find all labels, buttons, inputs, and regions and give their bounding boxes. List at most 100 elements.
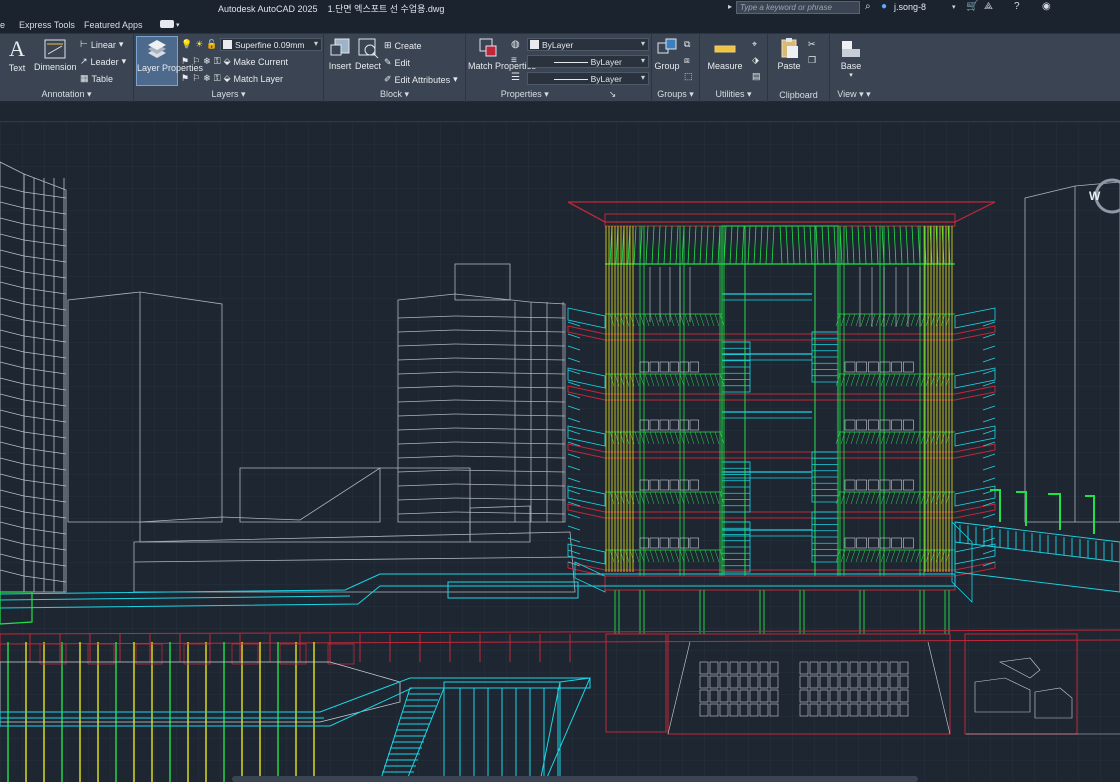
make-current-button[interactable]: Make Current bbox=[233, 57, 288, 67]
dimension-button[interactable]: Dimension bbox=[34, 38, 77, 72]
search-expand-icon[interactable]: ▸ bbox=[728, 2, 732, 11]
base-button[interactable]: Base ▾ bbox=[836, 37, 866, 79]
match-layer-icon: ⬙ bbox=[223, 73, 231, 83]
layer-walk-icon[interactable]: ⚑ bbox=[181, 73, 189, 84]
block-panel-title[interactable]: Block ▾ bbox=[324, 89, 465, 100]
match-properties-button[interactable]: Match Properties bbox=[468, 37, 536, 71]
search-input[interactable]: Type a keyword or phrase bbox=[736, 1, 860, 14]
create-block-button[interactable]: ⊞ Create bbox=[384, 40, 422, 51]
groups-panel: Group ⧉ ⧈ ⬚ Groups ▾ bbox=[652, 34, 700, 102]
user-dropdown-icon[interactable]: ▾ bbox=[952, 3, 956, 11]
drawing-canvas[interactable]: W bbox=[0, 122, 1120, 782]
measure-button[interactable]: Measure bbox=[704, 37, 746, 71]
edit-block-icon: ✎ bbox=[384, 57, 392, 67]
edit-attributes-dropdown-icon[interactable]: ▾ bbox=[453, 74, 458, 85]
base-label: Base bbox=[840, 61, 862, 71]
group-edit-icon[interactable]: ⧈ bbox=[684, 55, 690, 66]
layer-thaw-icon[interactable]: ❄ bbox=[203, 73, 211, 84]
cut-icon[interactable]: ✂ bbox=[808, 39, 816, 50]
edit-block-button[interactable]: ✎ Edit bbox=[384, 57, 410, 68]
menu-tab-partial[interactable]: e bbox=[0, 20, 5, 30]
app-title: Autodesk AutoCAD 2025 bbox=[218, 4, 318, 14]
search-icon[interactable]: ⌕ bbox=[865, 1, 871, 12]
text-label: Text bbox=[8, 63, 26, 73]
table-label: Table bbox=[91, 73, 114, 84]
ungroup-icon[interactable]: ⧉ bbox=[684, 39, 690, 50]
group-button[interactable]: Group bbox=[654, 37, 680, 71]
group-icon bbox=[657, 38, 677, 54]
viewcube-label[interactable]: W bbox=[1089, 189, 1101, 203]
cart-icon[interactable]: 🛒 bbox=[966, 1, 978, 12]
dimension-label: Dimension bbox=[34, 62, 77, 72]
lightbulb-icon[interactable]: 💡 bbox=[181, 39, 192, 50]
annotation-panel-title[interactable]: Annotation ▾ bbox=[0, 89, 133, 100]
utilities-panel-title[interactable]: Utilities ▾ bbox=[700, 89, 767, 100]
utilities-panel: Measure ⌖ ⬗ ▤ Utilities ▾ bbox=[700, 34, 768, 102]
layer-unlock-icon[interactable]: ⚿ bbox=[214, 73, 221, 84]
leader-dropdown-icon[interactable]: ▾ bbox=[122, 56, 127, 67]
share-icon[interactable]: ⟁ bbox=[984, 1, 993, 12]
menu-tab-express-tools[interactable]: Express Tools bbox=[19, 20, 75, 30]
layer-properties-icon bbox=[148, 40, 166, 58]
linear-icon: ⊢ bbox=[80, 39, 88, 49]
quick-select-icon[interactable]: ⬗ bbox=[752, 55, 759, 66]
create-label: Create bbox=[394, 40, 422, 51]
help-icon[interactable]: ? bbox=[1014, 1, 1020, 12]
layer-freeze-icon[interactable]: ❄ bbox=[203, 56, 211, 67]
sun-icon[interactable]: ☀ bbox=[195, 39, 203, 50]
workspace-toggle-icon[interactable] bbox=[160, 20, 174, 28]
group-select-icon[interactable]: ⬚ bbox=[684, 71, 693, 82]
match-layer-button[interactable]: Match Layer bbox=[233, 74, 283, 84]
paste-button[interactable]: Paste bbox=[774, 37, 804, 71]
linear-label: Linear bbox=[90, 39, 116, 50]
user-name[interactable]: j.song-8 bbox=[894, 2, 926, 12]
menu-tab-featured-apps[interactable]: Featured Apps bbox=[84, 20, 143, 30]
lock-icon[interactable]: 🔓 bbox=[206, 39, 217, 50]
layer-isolate-icon[interactable]: ⚐ bbox=[192, 56, 200, 67]
dimension-icon bbox=[44, 39, 66, 59]
file-name: 1.단면 엑스포트 선 수업용.dwg bbox=[327, 4, 445, 14]
id-point-icon[interactable]: ⌖ bbox=[752, 39, 757, 50]
view-panel-title[interactable]: View ▾ ▾ bbox=[830, 89, 878, 100]
layers-panel-title[interactable]: Layers ▾ bbox=[134, 89, 323, 100]
layer-properties-label: Layer Properties bbox=[137, 63, 204, 73]
layer-state-icons[interactable]: 💡 ☀ 🔓 bbox=[181, 39, 218, 50]
leader-button[interactable]: ↗ Leader ▾ bbox=[80, 56, 126, 67]
layer-properties-button[interactable]: Layer Properties bbox=[136, 36, 204, 86]
measure-label: Measure bbox=[707, 61, 743, 71]
color-dropdown[interactable]: ByLayer bbox=[527, 38, 649, 51]
ribbon: A Text Dimension ⊢ Linear ▾ ↗ Leader ▾ ▦… bbox=[0, 34, 1120, 102]
detect-icon bbox=[358, 38, 379, 59]
lineweight-value: ByLayer bbox=[590, 57, 622, 67]
horizontal-scrollbar[interactable] bbox=[232, 776, 918, 782]
edit-attributes-button[interactable]: ✐ Edit Attributes ▾ bbox=[384, 74, 458, 85]
file-tab-strip bbox=[0, 102, 1120, 122]
lineweight-dropdown[interactable]: ByLayer bbox=[527, 55, 649, 68]
layer-tools-row-1: ⚑ ⚐ ❄ ⚿ ⬙ Make Current bbox=[181, 56, 288, 67]
calculator-icon[interactable]: ▤ bbox=[752, 71, 761, 82]
linetype-value: ByLayer bbox=[590, 74, 622, 84]
layer-lock-icon[interactable]: ⚿ bbox=[214, 56, 221, 67]
groups-panel-title[interactable]: Groups ▾ bbox=[652, 89, 699, 100]
insert-button[interactable]: Insert bbox=[327, 37, 353, 71]
chat-icon[interactable]: ◉ bbox=[1042, 1, 1051, 12]
linear-dropdown-icon[interactable]: ▾ bbox=[119, 39, 124, 50]
detect-label: Detect bbox=[354, 61, 381, 71]
menu-bar: e Express Tools Featured Apps ▾ bbox=[0, 16, 1120, 34]
linear-button[interactable]: ⊢ Linear ▾ bbox=[80, 39, 123, 50]
layers-panel: Layer Properties 💡 ☀ 🔓 Superfine 0.09mm … bbox=[134, 34, 324, 102]
table-button[interactable]: ▦ Table bbox=[80, 73, 113, 84]
layer-off-icon[interactable]: ⚑ bbox=[181, 56, 189, 67]
layer-unisolate-icon[interactable]: ⚐ bbox=[192, 73, 200, 84]
properties-panel-title[interactable]: Properties ▾ ↘ bbox=[466, 89, 651, 100]
text-button[interactable]: A Text bbox=[4, 37, 30, 74]
match-properties-icon bbox=[479, 38, 497, 57]
linetype-dropdown[interactable]: ByLayer bbox=[527, 72, 649, 85]
detect-button[interactable]: Detect bbox=[354, 37, 382, 71]
drawing-viewport[interactable]: W bbox=[0, 122, 1120, 782]
base-dropdown-icon[interactable]: ▾ bbox=[836, 71, 866, 79]
edit-label: Edit bbox=[394, 57, 411, 68]
menu-dropdown-icon[interactable]: ▾ bbox=[176, 21, 180, 29]
layer-dropdown[interactable]: Superfine 0.09mm bbox=[220, 38, 322, 51]
copy-icon[interactable]: ❐ bbox=[808, 55, 816, 66]
